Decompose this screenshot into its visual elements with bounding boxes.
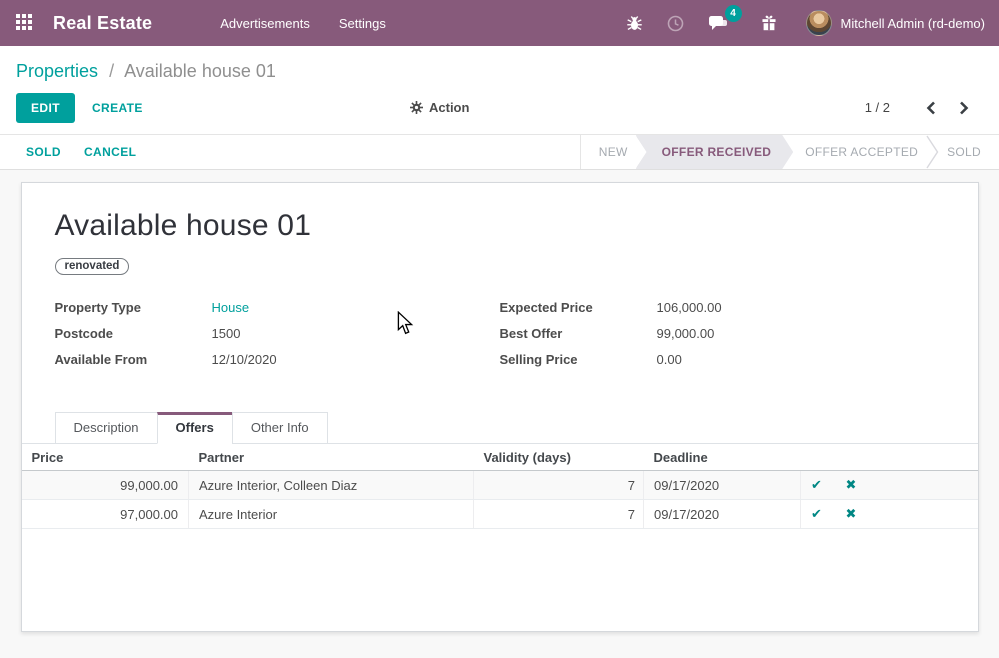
breadcrumb-properties-link[interactable]: Properties (16, 61, 98, 81)
activities-clock-icon[interactable] (667, 15, 684, 32)
status-step-sold[interactable]: SOLD (939, 145, 999, 159)
messages-count-badge: 4 (725, 5, 742, 22)
offer-validity: 7 (474, 500, 644, 529)
offer-validity: 7 (474, 471, 644, 500)
action-menu-button[interactable]: Action (410, 100, 469, 115)
status-step-offer-accepted[interactable]: OFFER ACCEPTED (797, 145, 926, 159)
field-group: Property Type House Postcode 1500 Availa… (55, 300, 945, 378)
statusbar-buttons: SOLD CANCEL (0, 135, 580, 169)
refuse-offer-x-icon[interactable]: ✖ (846, 506, 857, 522)
top-menu: Advertisements Settings (210, 10, 396, 37)
offer-actions: ✔ ✖ (801, 471, 978, 500)
pager-value: 1 / 2 (865, 100, 890, 115)
accept-offer-check-icon[interactable]: ✔ (811, 477, 822, 493)
tab-offers[interactable]: Offers (157, 412, 233, 444)
user-menu[interactable]: Mitchell Admin (rd-demo) (841, 16, 986, 31)
column-header-actions (801, 444, 978, 471)
offer-actions: ✔ ✖ (801, 500, 978, 529)
breadcrumb-current: Available house 01 (124, 61, 276, 81)
property-type-link[interactable]: House (212, 300, 250, 315)
column-header-validity[interactable]: Validity (days) (474, 444, 644, 471)
field-selling-price: Selling Price 0.00 (500, 352, 945, 367)
offer-partner: Azure Interior (189, 500, 474, 529)
top-navbar: Real Estate Advertisements Settings (0, 0, 999, 46)
breadcrumb: Properties / Available house 01 (16, 59, 983, 83)
tab-description[interactable]: Description (55, 412, 158, 444)
offer-deadline: 09/17/2020 (644, 471, 801, 500)
offers-table: Price Partner Validity (days) Deadline 9… (22, 444, 978, 529)
menu-advertisements[interactable]: Advertisements (210, 10, 320, 37)
app-title[interactable]: Real Estate (53, 13, 152, 34)
pager-next-button[interactable] (957, 99, 971, 117)
record-title: Available house 01 (55, 209, 945, 243)
pager: 1 / 2 (865, 99, 983, 117)
column-header-partner[interactable]: Partner (189, 444, 474, 471)
edit-button[interactable]: EDIT (16, 93, 75, 123)
status-chevron-icon (926, 135, 939, 169)
control-panel-buttons: EDIT CREATE Action 1 / 2 (16, 92, 983, 123)
breadcrumb-separator: / (109, 61, 114, 81)
notebook-tabs: Description Offers Other Info (22, 412, 978, 444)
form-sheet: Available house 01 renovated Property Ty… (21, 182, 979, 632)
form-statusbar-row: SOLD CANCEL NEW OFFER RECEIVED OFFER ACC… (0, 135, 999, 170)
messages-chat-icon[interactable]: 4 (708, 14, 728, 32)
status-step-new[interactable]: NEW (591, 145, 636, 159)
statusbar-states: NEW OFFER RECEIVED OFFER ACCEPTED SOLD (580, 135, 999, 169)
field-postcode: Postcode 1500 (55, 326, 500, 341)
sold-button[interactable]: SOLD (26, 145, 61, 159)
column-header-price[interactable]: Price (22, 444, 189, 471)
app-window: Real Estate Advertisements Settings (0, 0, 999, 658)
tab-other-info[interactable]: Other Info (232, 412, 328, 444)
control-panel: Properties / Available house 01 EDIT CRE… (0, 46, 999, 135)
offer-deadline: 09/17/2020 (644, 500, 801, 529)
debug-bug-icon[interactable] (626, 15, 643, 32)
pager-previous-button[interactable] (924, 99, 938, 117)
tag-renovated: renovated (55, 258, 130, 275)
accept-offer-check-icon[interactable]: ✔ (811, 506, 822, 522)
cancel-button[interactable]: CANCEL (84, 145, 136, 159)
offer-partner: Azure Interior, Colleen Diaz (189, 471, 474, 500)
offer-price: 99,000.00 (22, 471, 189, 500)
offers-table-header: Price Partner Validity (days) Deadline (22, 444, 978, 471)
menu-settings[interactable]: Settings (329, 10, 396, 37)
field-available-from: Available From 12/10/2020 (55, 352, 500, 367)
gift-icon[interactable] (760, 14, 778, 32)
create-button[interactable]: CREATE (92, 101, 143, 115)
chevron-right-icon (959, 101, 969, 115)
apps-menu-icon[interactable] (16, 14, 34, 32)
field-property-type: Property Type House (55, 300, 500, 315)
topbar-right: 4 Mitchell Admin (rd-demo) (614, 10, 999, 36)
offer-price: 97,000.00 (22, 500, 189, 529)
field-best-offer: Best Offer 99,000.00 (500, 326, 945, 341)
field-expected-price: Expected Price 106,000.00 (500, 300, 945, 315)
chevron-left-icon (926, 101, 936, 115)
offer-row[interactable]: 99,000.00 Azure Interior, Colleen Diaz 7… (22, 471, 978, 500)
gear-icon (410, 101, 423, 114)
form-view-content: Available house 01 renovated Property Ty… (0, 170, 999, 632)
column-header-deadline[interactable]: Deadline (644, 444, 801, 471)
status-step-offer-received[interactable]: OFFER RECEIVED (636, 135, 794, 169)
refuse-offer-x-icon[interactable]: ✖ (846, 477, 857, 493)
user-avatar[interactable] (806, 10, 832, 36)
offer-row[interactable]: 97,000.00 Azure Interior 7 09/17/2020 ✔ … (22, 500, 978, 529)
action-label: Action (429, 100, 469, 115)
